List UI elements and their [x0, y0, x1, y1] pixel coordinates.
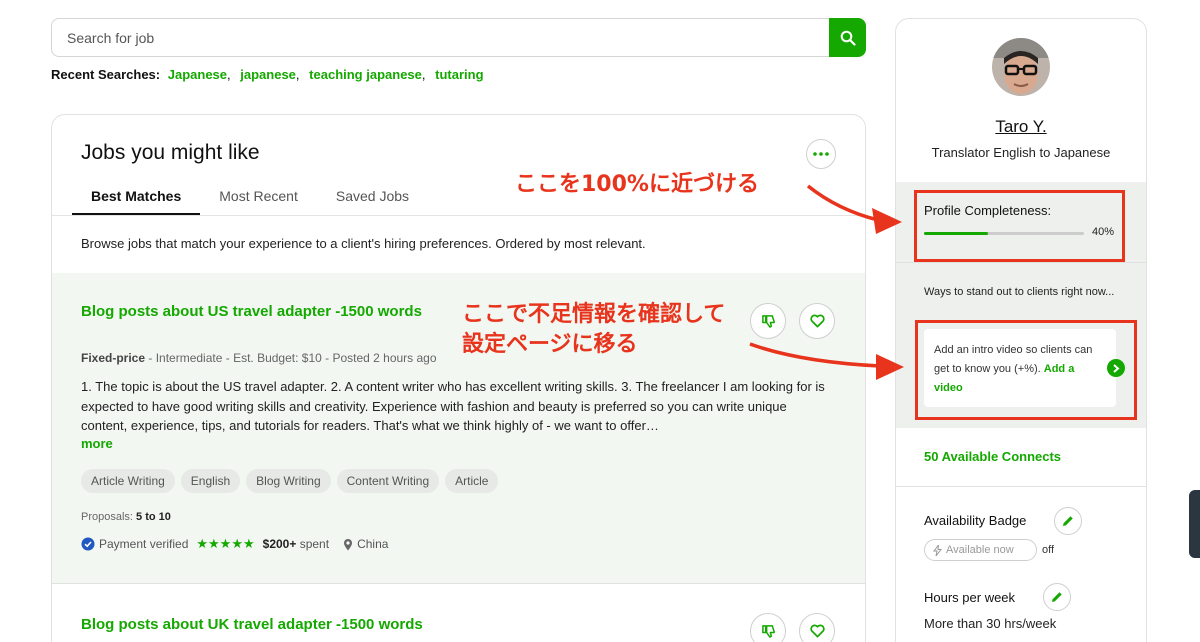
thumbs-down-icon [761, 314, 775, 328]
proposals: Proposals: 5 to 10 [81, 511, 171, 523]
payment-verified: Payment verified [99, 537, 189, 551]
skill-tag[interactable]: Article [445, 469, 499, 493]
job-description: 1. The topic is about the US travel adap… [81, 379, 825, 433]
recent-searches-label: Recent Searches: [51, 67, 161, 82]
dislike-button[interactable] [750, 613, 786, 642]
search-icon [840, 30, 856, 46]
job-tags: Article Writing English Blog Writing Con… [81, 469, 499, 493]
job-tile[interactable]: Blog posts about US travel adapter -1500… [52, 273, 865, 584]
edit-availability-button[interactable] [1054, 507, 1082, 535]
spent-amount: $200+ [262, 537, 297, 551]
available-now-label: Available now [946, 544, 1014, 556]
more-dots-icon [813, 152, 829, 156]
browse-description: Browse jobs that match your experience t… [81, 236, 646, 251]
tab-saved-jobs[interactable]: Saved Jobs [317, 179, 428, 215]
client-country: China [357, 537, 389, 551]
tab-most-recent[interactable]: Most Recent [200, 179, 317, 215]
annotation-line: 設定ページに移る [462, 332, 638, 357]
recent-search-link[interactable]: japanese [240, 67, 296, 82]
side-feedback-tab[interactable] [1189, 490, 1200, 558]
job-meta: Fixed-price - Intermediate - Est. Budget… [81, 351, 437, 365]
description-more-link[interactable]: more [81, 436, 113, 451]
profile-title: Translator English to Japanese [931, 145, 1111, 160]
more-options-button[interactable] [806, 139, 836, 169]
profile-name[interactable]: Taro Y. [896, 117, 1146, 137]
available-connects-link[interactable]: 50 Available Connects [924, 449, 1061, 464]
annotation-box-completeness [914, 190, 1125, 262]
divider [896, 262, 1146, 263]
annotation-box-suggestion [915, 320, 1137, 420]
search-bar [51, 18, 866, 57]
skill-tag[interactable]: Article Writing [81, 469, 175, 493]
availability-badge-label: Availability Badge [924, 513, 1027, 528]
verified-badge-icon [81, 537, 95, 551]
heart-icon [809, 624, 825, 638]
skill-tag[interactable]: English [180, 469, 241, 493]
availability-status: off [1042, 544, 1055, 556]
client-spent: $200+ spent [263, 537, 329, 551]
skill-tag[interactable]: Blog Writing [246, 469, 331, 493]
pencil-icon [1052, 592, 1062, 602]
job-title[interactable]: Blog posts about UK travel adapter -1500… [81, 616, 423, 633]
lightning-icon [933, 544, 942, 556]
avatar-photo [992, 38, 1050, 96]
jobs-title: Jobs you might like [81, 141, 260, 164]
client-info: Payment verified ★★★★★ $200+ spent China [81, 536, 388, 552]
recent-search-link[interactable]: Japanese [168, 67, 227, 82]
save-job-button[interactable] [799, 613, 835, 642]
recent-search-link[interactable]: tutaring [435, 67, 483, 82]
recent-search-link[interactable]: teaching japanese [309, 67, 422, 82]
hours-per-week-value: More than 30 hrs/week [924, 616, 1057, 631]
spent-label: spent [299, 537, 330, 551]
available-now-badge[interactable]: Available now [924, 539, 1037, 561]
proposals-label: Proposals: [81, 511, 133, 523]
pencil-icon [1063, 516, 1073, 526]
annotation-text: ここで不足情報を確認して 設定ページに移る [462, 300, 725, 360]
ways-to-stand-out: Ways to stand out to clients right now..… [924, 286, 1115, 298]
job-title[interactable]: Blog posts about US travel adapter -1500… [81, 303, 422, 320]
rating-stars: ★★★★★ [196, 536, 255, 551]
location-pin-icon [344, 538, 353, 550]
recent-searches: Recent Searches: Japanese, japanese, tea… [51, 67, 484, 82]
save-job-button[interactable] [799, 303, 835, 339]
edit-hours-button[interactable] [1043, 583, 1071, 611]
job-type: Fixed-price [81, 351, 146, 365]
thumbs-down-icon [761, 624, 775, 638]
tab-best-matches[interactable]: Best Matches [72, 179, 201, 215]
divider [896, 486, 1146, 487]
search-input[interactable] [51, 18, 830, 57]
dislike-button[interactable] [750, 303, 786, 339]
avatar[interactable] [992, 38, 1050, 96]
heart-icon [809, 314, 825, 328]
hours-per-week-label: Hours per week [924, 590, 1016, 605]
jobs-tabs: Best Matches Most Recent Saved Jobs [72, 179, 428, 215]
proposals-value: 5 to 10 [136, 511, 171, 523]
annotation-text: ここを100%に近づける [515, 172, 759, 197]
annotation-line: ここで不足情報を確認して [462, 302, 726, 327]
job-meta-details: - Intermediate - Est. Budget: $10 - Post… [145, 351, 437, 365]
skill-tag[interactable]: Content Writing [336, 469, 440, 493]
search-button[interactable] [829, 18, 866, 57]
divider [52, 215, 865, 216]
